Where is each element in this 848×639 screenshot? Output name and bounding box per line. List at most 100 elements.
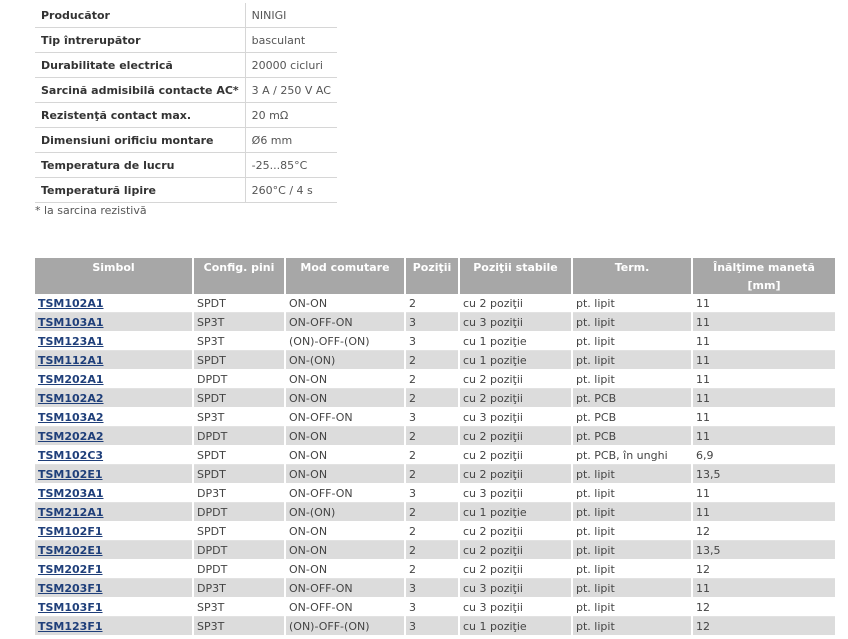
cell-config-pini: SPDT [193, 294, 286, 313]
cell-inaltime-maneta: 12 [692, 521, 835, 541]
cell-inaltime-maneta: 6,9 [692, 445, 835, 465]
cell-mod-comutare: ON-OFF-ON [285, 312, 406, 332]
product-link[interactable]: TSM102E1 [38, 468, 103, 481]
cell-config-pini: DP3T [193, 578, 286, 598]
product-link[interactable]: TSM102C3 [38, 449, 103, 462]
cell-pozitii: 2 [405, 350, 460, 370]
cell-config-pini: SPDT [193, 350, 286, 370]
cell-term: pt. lipit [572, 502, 693, 522]
cell-pozitii-stabile: cu 2 poziţii [459, 426, 573, 446]
cell-simbol: TSM102F1 [35, 521, 194, 541]
product-link[interactable]: TSM202A2 [38, 430, 104, 443]
cell-pozitii: 2 [405, 521, 460, 541]
cell-pozitii: 3 [405, 407, 460, 427]
cell-mod-comutare: ON-ON [285, 388, 406, 408]
cell-pozitii: 2 [405, 388, 460, 408]
table-row: TSM112A1 SPDT ON-(ON) 2 cu 1 poziţie pt. lipi… [35, 350, 835, 370]
cell-config-pini: DPDT [193, 559, 286, 579]
product-link[interactable]: TSM203F1 [38, 582, 103, 595]
cell-inaltime-maneta: 11 [692, 502, 835, 522]
cell-term: pt. lipit [572, 294, 693, 313]
product-link[interactable]: TSM123F1 [38, 620, 103, 633]
product-link[interactable]: TSM212A1 [38, 506, 104, 519]
cell-pozitii: 2 [405, 502, 460, 522]
cell-config-pini: SPDT [193, 521, 286, 541]
product-link[interactable]: TSM203A1 [38, 487, 104, 500]
cell-mod-comutare: ON-ON [285, 426, 406, 446]
cell-pozitii: 2 [405, 540, 460, 560]
header-row: Simbol Config. pini Mod comutare Poziţii… [35, 258, 835, 276]
cell-inaltime-maneta: 11 [692, 483, 835, 503]
table-row: TSM202E1 DPDT ON-ON 2 cu 2 poziţii pt. lipit 1… [35, 540, 835, 560]
table-row: TSM202F1 DPDT ON-ON 2 cu 2 poziţii pt. lipit 1… [35, 559, 835, 579]
cell-inaltime-maneta: 11 [692, 294, 835, 313]
product-link[interactable]: TSM202A1 [38, 373, 104, 386]
header-blank [193, 276, 286, 294]
spec-row: Temperatură lipire 260°C / 4 s [35, 177, 337, 203]
table-row: TSM103A1 SP3T ON-OFF-ON 3 cu 3 poziţii pt. li… [35, 312, 835, 332]
cell-mod-comutare: ON-ON [285, 559, 406, 579]
cell-simbol: TSM103F1 [35, 597, 194, 617]
spec-row: Producător NINIGI [35, 3, 337, 28]
spec-footnote: * la sarcina rezistivă [35, 204, 147, 217]
cell-pozitii-stabile: cu 3 poziţii [459, 407, 573, 427]
cell-term: pt. lipit [572, 483, 693, 503]
spec-label: Dimensiuni orificiu montare [35, 127, 246, 153]
product-link[interactable]: TSM103A2 [38, 411, 104, 424]
cell-inaltime-maneta: 13,5 [692, 464, 835, 484]
col-header-unit: [mm] [692, 276, 835, 294]
cell-config-pini: SP3T [193, 312, 286, 332]
table-row: TSM202A2 DPDT ON-ON 2 cu 2 poziţii pt. PCB 11 [35, 426, 835, 446]
cell-term: pt. lipit [572, 597, 693, 617]
cell-config-pini: DPDT [193, 502, 286, 522]
cell-term: pt. lipit [572, 312, 693, 332]
product-link[interactable]: TSM123A1 [38, 335, 104, 348]
spec-row: Tip întrerupător basculant [35, 27, 337, 53]
cell-mod-comutare: (ON)-OFF-(ON) [285, 331, 406, 351]
cell-pozitii-stabile: cu 2 poziţii [459, 559, 573, 579]
cell-pozitii: 2 [405, 445, 460, 465]
spec-row: Durabilitate electrică 20000 cicluri [35, 52, 337, 78]
cell-pozitii-stabile: cu 2 poziţii [459, 388, 573, 408]
cell-simbol: TSM202F1 [35, 559, 194, 579]
product-link[interactable]: TSM103F1 [38, 601, 103, 614]
spec-label: Rezistenţă contact max. [35, 102, 246, 128]
cell-pozitii: 3 [405, 578, 460, 598]
product-link[interactable]: TSM202E1 [38, 544, 103, 557]
cell-pozitii-stabile: cu 2 poziţii [459, 464, 573, 484]
cell-pozitii: 2 [405, 294, 460, 313]
cell-mod-comutare: ON-(ON) [285, 502, 406, 522]
cell-pozitii-stabile: cu 2 poziţii [459, 294, 573, 313]
cell-term: pt. lipit [572, 369, 693, 389]
product-link[interactable]: TSM103A1 [38, 316, 104, 329]
cell-pozitii-stabile: cu 2 poziţii [459, 540, 573, 560]
cell-inaltime-maneta: 11 [692, 350, 835, 370]
cell-simbol: TSM123F1 [35, 616, 194, 636]
product-link[interactable]: TSM112A1 [38, 354, 104, 367]
cell-pozitii-stabile: cu 1 poziţie [459, 502, 573, 522]
product-link[interactable]: TSM102A2 [38, 392, 104, 405]
specs-table: Producător NINIGI Tip întrerupător basculan… [35, 3, 337, 203]
col-header-config-pini: Config. pini [193, 258, 286, 276]
cell-inaltime-maneta: 11 [692, 426, 835, 446]
spec-label: Durabilitate electrică [35, 52, 246, 78]
cell-simbol: TSM123A1 [35, 331, 194, 351]
spec-value: 260°C / 4 s [244, 177, 337, 203]
product-link[interactable]: TSM102A1 [38, 297, 104, 310]
product-link[interactable]: TSM102F1 [38, 525, 103, 538]
spec-value: -25...85°C [244, 152, 337, 178]
cell-term: pt. lipit [572, 521, 693, 541]
cell-pozitii: 2 [405, 369, 460, 389]
specs-body: Producător NINIGI Tip întrerupător basculan… [35, 3, 337, 203]
cell-simbol: TSM202A2 [35, 426, 194, 446]
products-header: Simbol Config. pini Mod comutare Poziţii… [35, 258, 835, 294]
spec-label: Temperatură lipire [35, 177, 246, 203]
spec-value: 20 mΩ [244, 102, 337, 128]
product-link[interactable]: TSM202F1 [38, 563, 103, 576]
cell-term: pt. lipit [572, 331, 693, 351]
cell-pozitii-stabile: cu 2 poziţii [459, 521, 573, 541]
spec-row: Sarcină admisibilă contacte AC* 3 A / 250… [35, 77, 337, 103]
table-row: TSM123F1 SP3T (ON)-OFF-(ON) 3 cu 1 poziţie pt… [35, 616, 835, 636]
spec-value: 3 A / 250 V AC [244, 77, 337, 103]
cell-term: pt. lipit [572, 540, 693, 560]
